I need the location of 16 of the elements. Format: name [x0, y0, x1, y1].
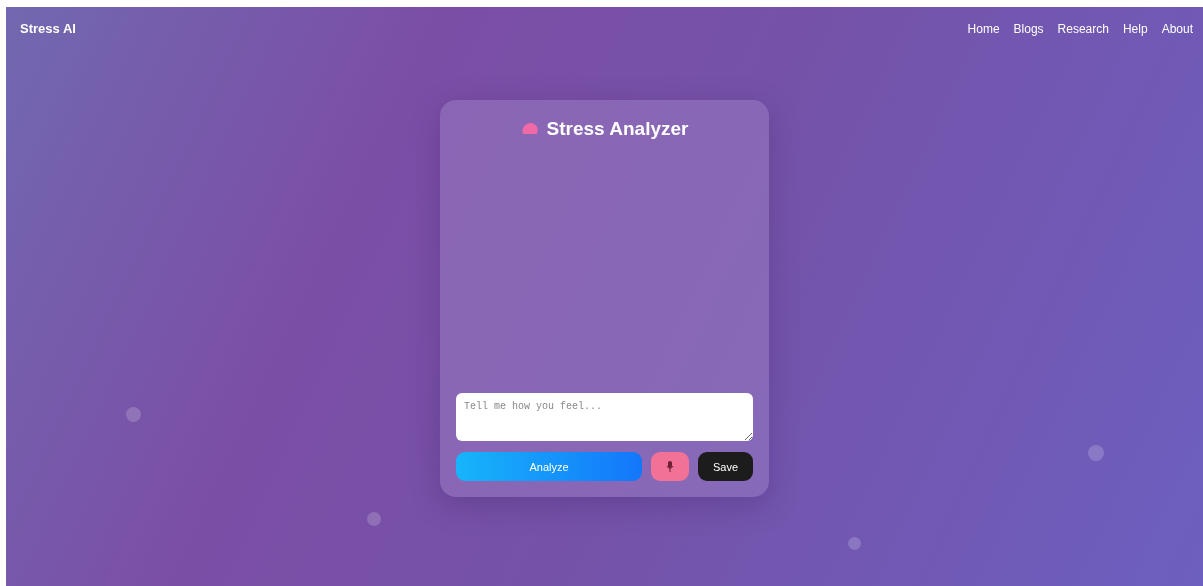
bubble-decoration — [1088, 445, 1104, 461]
bubble-decoration — [126, 407, 141, 422]
bubble-decoration — [848, 537, 861, 550]
save-button[interactable]: Save — [698, 452, 753, 481]
bubble-decoration — [367, 512, 381, 526]
nav-link[interactable]: Research — [1057, 21, 1109, 36]
analyze-button[interactable]: Analyze — [456, 452, 642, 481]
feelings-input-field[interactable]: Tell me how you feel... — [456, 393, 753, 441]
microphone-icon — [666, 461, 674, 472]
nav-link[interactable]: About — [1161, 21, 1193, 36]
nav-link[interactable]: Blogs — [1013, 21, 1044, 36]
card-title: Stress Analyzer — [546, 118, 689, 140]
microphone-button[interactable] — [651, 452, 689, 481]
brand-logo-text: Stress AI — [20, 21, 76, 36]
nav-link[interactable]: Help — [1122, 21, 1148, 36]
nav-link[interactable]: Home — [967, 21, 1000, 36]
